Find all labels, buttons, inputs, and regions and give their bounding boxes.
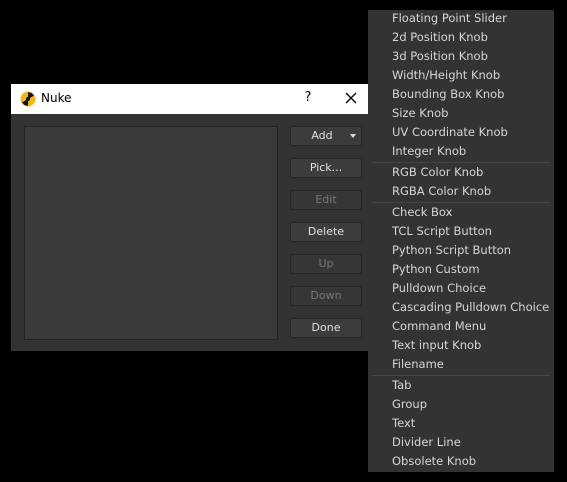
menu-item-filename[interactable]: Filename [392,356,444,373]
menu-item-group[interactable]: Group [392,396,427,413]
dialog-titlebar[interactable]: Nuke ? [11,84,368,114]
menu-separator [372,202,550,203]
edit-button[interactable]: Edit [290,190,362,210]
add-button[interactable]: Add [290,126,362,146]
menu-item-width-height-knob[interactable]: Width/Height Knob [392,67,500,84]
menu-item-command-menu[interactable]: Command Menu [392,318,486,335]
add-button-label: Add [311,129,333,142]
menu-item-check-box[interactable]: Check Box [392,204,452,221]
menu-item-3d-position-knob[interactable]: 3d Position Knob [392,48,488,65]
menu-item-text-input-knob[interactable]: Text input Knob [392,337,481,354]
menu-item-floating-point-slider[interactable]: Floating Point Slider [392,10,507,27]
menu-item-uv-coordinate-knob[interactable]: UV Coordinate Knob [392,124,508,141]
pick-button[interactable]: Pick... [290,158,362,178]
menu-item-pulldown-choice[interactable]: Pulldown Choice [392,280,486,297]
menu-item-bounding-box-knob[interactable]: Bounding Box Knob [392,86,504,103]
add-knob-menu: Floating Point Slider 2d Position Knob 3… [368,10,554,472]
down-button[interactable]: Down [290,286,362,306]
help-button[interactable]: ? [301,90,315,105]
menu-item-python-script-button[interactable]: Python Script Button [392,242,511,259]
delete-button[interactable]: Delete [290,222,362,242]
menu-item-tab[interactable]: Tab [392,377,411,394]
menu-item-divider-line[interactable]: Divider Line [392,434,461,451]
done-button[interactable]: Done [290,318,362,338]
close-icon[interactable] [344,91,358,105]
menu-item-size-knob[interactable]: Size Knob [392,105,448,122]
menu-item-2d-position-knob[interactable]: 2d Position Knob [392,29,488,46]
menu-item-python-custom[interactable]: Python Custom [392,261,480,278]
menu-item-cascading-pulldown-choice[interactable]: Cascading Pulldown Choice [392,299,549,316]
menu-item-obsolete-knob[interactable]: Obsolete Knob [392,453,476,470]
dropdown-arrow-icon [350,134,356,138]
menu-item-tcl-script-button[interactable]: TCL Script Button [392,223,492,240]
menu-item-rgb-color-knob[interactable]: RGB Color Knob [392,164,483,181]
menu-item-rgba-color-knob[interactable]: RGBA Color Knob [392,183,491,200]
dialog-title: Nuke [41,91,72,105]
menu-separator [372,162,550,163]
menu-separator [372,375,550,376]
nuke-logo-icon [20,91,36,107]
menu-item-text[interactable]: Text [392,415,415,432]
menu-item-integer-knob[interactable]: Integer Knob [392,143,466,160]
up-button[interactable]: Up [290,254,362,274]
knob-list[interactable] [24,126,278,340]
nuke-dialog: Nuke ? Add Pick... Edit Delete Up Down D… [11,84,368,351]
